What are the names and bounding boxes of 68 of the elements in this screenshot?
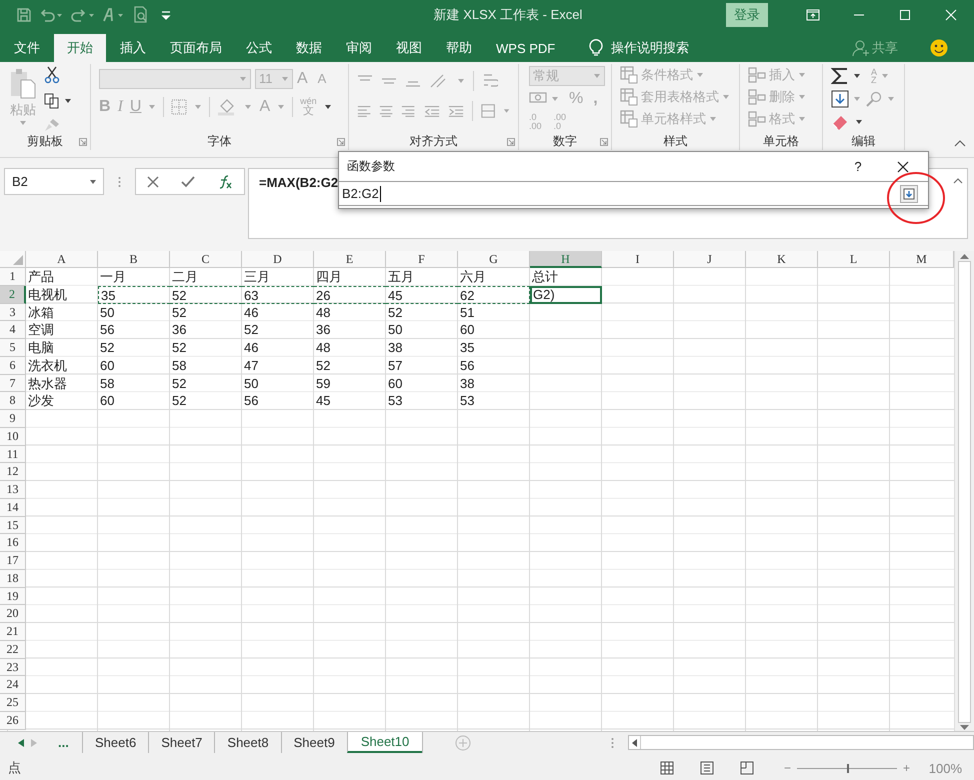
window-title: 新建 XLSX 工作表 - Excel bbox=[432, 6, 584, 24]
table-cell: 52 bbox=[170, 286, 242, 304]
group-label: 对齐方式 bbox=[408, 133, 458, 150]
table-cell-text: 52 bbox=[171, 392, 188, 410]
table-cell-text: 52 bbox=[387, 304, 404, 322]
table-cell-text: 38 bbox=[459, 374, 476, 392]
table-cell-text: 52 bbox=[171, 339, 188, 357]
table-cell-text: 电视机 bbox=[27, 286, 68, 304]
table-cell-text: 52 bbox=[171, 374, 188, 392]
table-cell-text: 六月 bbox=[459, 268, 487, 286]
table-cell-text: 一月 bbox=[99, 268, 127, 286]
table-cell-text: 57 bbox=[387, 356, 404, 374]
table-cell-text: 沙发 bbox=[27, 392, 55, 410]
table-cell-text: 产品 bbox=[27, 268, 55, 286]
table-cell-text: 58 bbox=[99, 374, 116, 392]
group-label: 单元格 bbox=[762, 133, 800, 150]
table-cell-text: 56 bbox=[459, 356, 476, 374]
table-cell-text: 53 bbox=[387, 392, 404, 410]
table-cell-text: 48 bbox=[315, 304, 332, 322]
table-cell-text: 47 bbox=[243, 356, 260, 374]
table-cell-text: 45 bbox=[315, 392, 332, 410]
table-cell-text: 53 bbox=[459, 392, 476, 410]
zoom-level: 100% bbox=[928, 760, 962, 776]
table-cell-text: 总计 bbox=[531, 268, 559, 286]
table-cell: 45 bbox=[386, 286, 458, 304]
table-cell-text: 36 bbox=[171, 321, 188, 339]
table-cell: 62 bbox=[458, 286, 530, 304]
group-label: 编辑 bbox=[850, 133, 876, 150]
table-cell-text: 冰箱 bbox=[27, 304, 55, 322]
group-label: 字体 bbox=[206, 133, 232, 150]
table-cell-text: 空调 bbox=[27, 321, 55, 339]
table-cell-text: 52 bbox=[99, 339, 116, 357]
table-cell-text: 50 bbox=[243, 374, 260, 392]
group-label: 数字 bbox=[552, 133, 578, 150]
table-cell-text: 56 bbox=[99, 321, 116, 339]
group-label: 剪贴板 bbox=[26, 133, 64, 150]
group-label: 样式 bbox=[662, 133, 688, 150]
table-cell-text: 52 bbox=[243, 321, 260, 339]
table-cell-text: 洗衣机 bbox=[27, 356, 68, 374]
table-cell: 35 bbox=[98, 286, 170, 304]
table-cell-text: 35 bbox=[459, 339, 476, 357]
table-cell-text: 60 bbox=[387, 374, 404, 392]
table-cell: 26 bbox=[314, 286, 386, 304]
table-cell-text: 四月 bbox=[315, 268, 343, 286]
dialog-title: 函数参数 bbox=[347, 158, 396, 175]
table-cell-text: 59 bbox=[315, 374, 332, 392]
table-cell-text: 二月 bbox=[171, 268, 199, 286]
table-cell-text: 60 bbox=[459, 321, 476, 339]
table-cell-text: 58 bbox=[171, 356, 188, 374]
table-cell-text: 48 bbox=[315, 339, 332, 357]
table-cell-text: 56 bbox=[243, 392, 260, 410]
table-cell-text: 46 bbox=[243, 304, 260, 322]
table-cell-text: 51 bbox=[459, 304, 476, 322]
table-cell-text: 电脑 bbox=[27, 339, 55, 357]
table-cell-text: 60 bbox=[99, 392, 116, 410]
table-cell-text: 52 bbox=[171, 304, 188, 322]
table-cell: 63 bbox=[242, 286, 314, 304]
table-cell-text: 60 bbox=[99, 356, 116, 374]
table-cell-text: 50 bbox=[99, 304, 116, 322]
table-cell-text: 36 bbox=[315, 321, 332, 339]
table-cell-text: 五月 bbox=[387, 268, 415, 286]
status-text: 点 bbox=[8, 759, 22, 777]
table-cell-text: 38 bbox=[387, 339, 404, 357]
table-cell-text: 46 bbox=[243, 339, 260, 357]
table-cell-text: 50 bbox=[387, 321, 404, 339]
table-cell-text: 52 bbox=[315, 356, 332, 374]
table-cell-text: 热水器 bbox=[27, 374, 68, 392]
table-cell-text: 三月 bbox=[243, 268, 271, 286]
